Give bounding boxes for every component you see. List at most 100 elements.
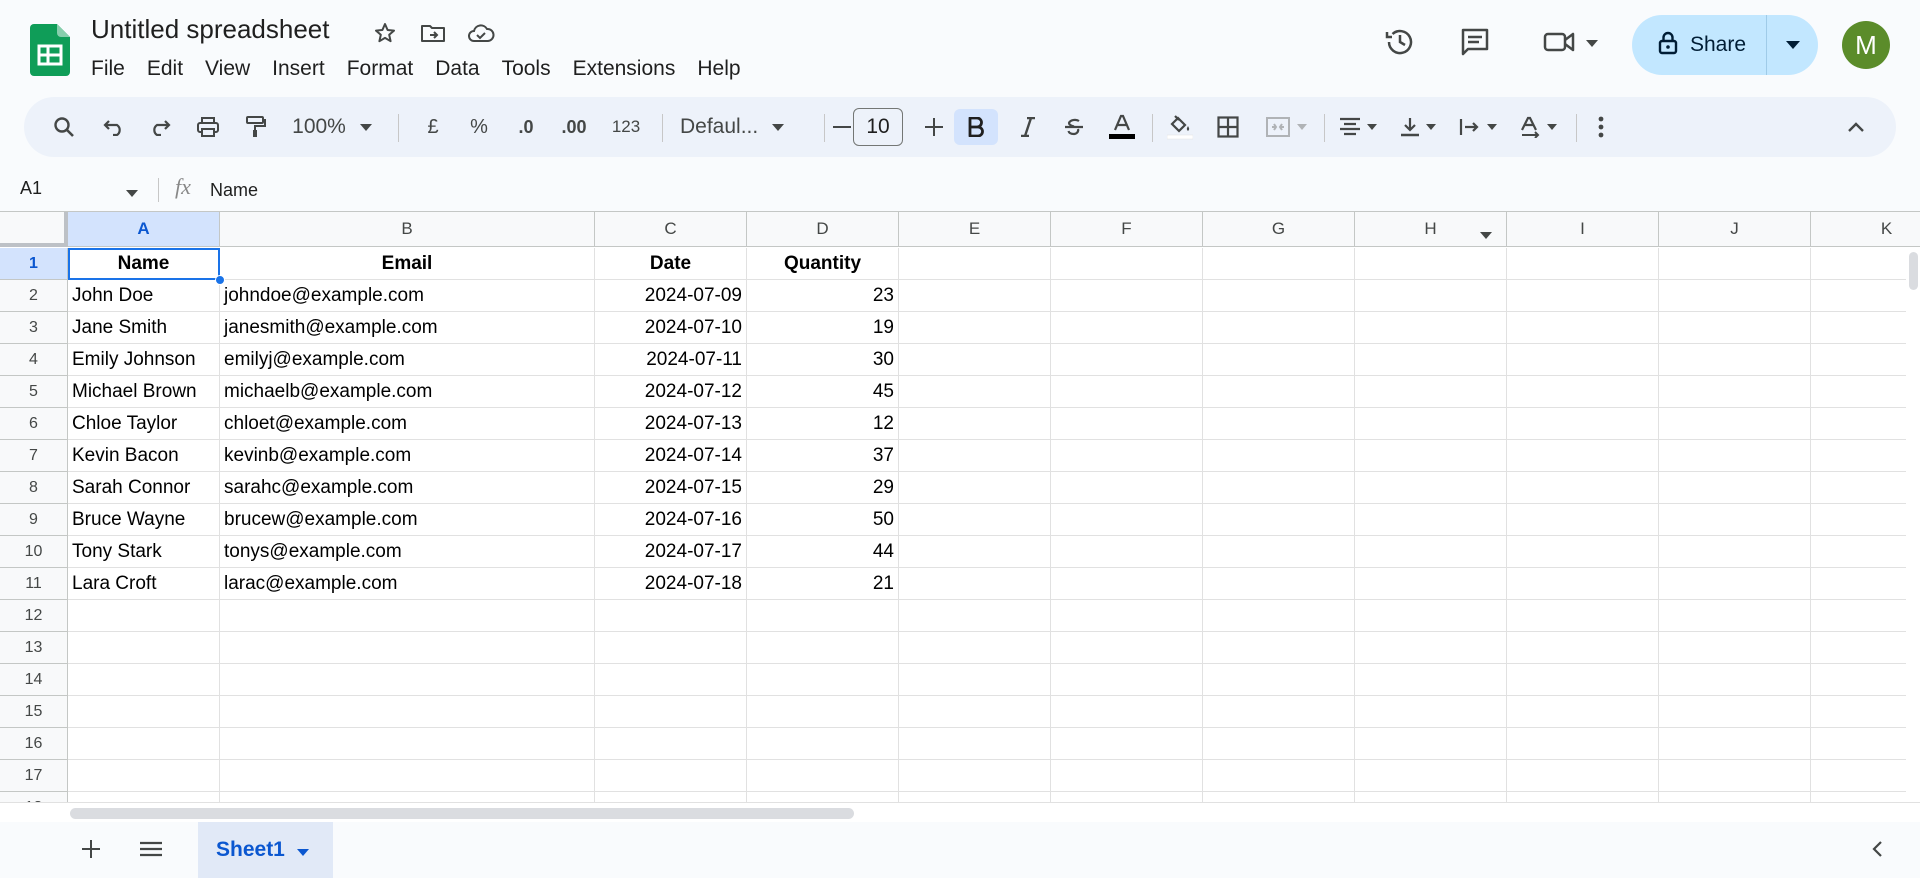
add-sheet-button[interactable] <box>76 836 106 866</box>
empty-cell[interactable] <box>1355 504 1507 536</box>
empty-cell[interactable] <box>747 600 899 632</box>
empty-cell[interactable] <box>1051 728 1203 760</box>
empty-cell[interactable] <box>1659 568 1811 600</box>
empty-cell[interactable] <box>1051 280 1203 312</box>
empty-cell[interactable] <box>1355 280 1507 312</box>
empty-cell[interactable] <box>1811 440 1920 472</box>
empty-cell[interactable] <box>1507 312 1659 344</box>
empty-cell[interactable] <box>1203 376 1355 408</box>
empty-cell[interactable] <box>1355 248 1507 280</box>
row-header-10[interactable]: 10 <box>0 536 68 568</box>
fill-color-button[interactable] <box>1160 109 1200 145</box>
data-cell[interactable]: larac@example.com <box>220 568 595 600</box>
data-cell[interactable]: 2024-07-10 <box>595 312 747 344</box>
empty-cell[interactable] <box>1811 600 1920 632</box>
more-options-button[interactable] <box>1586 109 1616 145</box>
column-header-c[interactable]: C <box>595 212 747 247</box>
formula-input[interactable]: Name <box>210 180 258 201</box>
empty-cell[interactable] <box>1355 696 1507 728</box>
empty-cell[interactable] <box>1203 440 1355 472</box>
empty-cell[interactable] <box>747 632 899 664</box>
decrease-decimal-button[interactable]: .0 <box>508 109 544 145</box>
empty-cell[interactable] <box>1355 312 1507 344</box>
data-cell[interactable]: 19 <box>747 312 899 344</box>
empty-cell[interactable] <box>1051 472 1203 504</box>
empty-cell[interactable] <box>1507 728 1659 760</box>
empty-cell[interactable] <box>68 760 220 792</box>
empty-cell[interactable] <box>1355 728 1507 760</box>
chevron-down-icon[interactable] <box>1480 226 1492 244</box>
strikethrough-button[interactable] <box>1054 109 1094 145</box>
empty-cell[interactable] <box>1051 760 1203 792</box>
column-header-g[interactable]: G <box>1203 212 1355 247</box>
cloud-saved-icon[interactable] <box>466 18 496 48</box>
empty-cell[interactable] <box>1811 632 1920 664</box>
data-cell[interactable]: Jane Smith <box>68 312 220 344</box>
data-cell[interactable]: 30 <box>747 344 899 376</box>
empty-cell[interactable] <box>220 600 595 632</box>
column-header-f[interactable]: F <box>1051 212 1203 247</box>
menu-edit[interactable]: Edit <box>136 54 194 84</box>
data-cell[interactable]: 21 <box>747 568 899 600</box>
text-wrapping-button[interactable] <box>1452 109 1504 145</box>
empty-cell[interactable] <box>899 440 1051 472</box>
empty-cell[interactable] <box>1811 312 1920 344</box>
chevron-down-icon[interactable] <box>126 184 138 202</box>
data-cell[interactable]: 2024-07-14 <box>595 440 747 472</box>
data-cell[interactable]: Kevin Bacon <box>68 440 220 472</box>
row-header-6[interactable]: 6 <box>0 408 68 440</box>
empty-cell[interactable] <box>1659 472 1811 504</box>
font-select[interactable]: Defaul... <box>670 109 810 145</box>
data-cell[interactable]: Chloe Taylor <box>68 408 220 440</box>
empty-cell[interactable] <box>1203 472 1355 504</box>
empty-cell[interactable] <box>1507 760 1659 792</box>
empty-cell[interactable] <box>1811 472 1920 504</box>
empty-cell[interactable] <box>1507 600 1659 632</box>
vertical-scrollbar[interactable] <box>1906 248 1920 803</box>
empty-cell[interactable] <box>595 600 747 632</box>
row-header-17[interactable]: 17 <box>0 760 68 792</box>
data-cell[interactable]: 50 <box>747 504 899 536</box>
data-cell[interactable]: 44 <box>747 536 899 568</box>
empty-cell[interactable] <box>747 760 899 792</box>
empty-cell[interactable] <box>1203 248 1355 280</box>
format-currency-button[interactable]: £ <box>418 109 448 145</box>
empty-cell[interactable] <box>68 728 220 760</box>
row-header-2[interactable]: 2 <box>0 280 68 312</box>
sheet-tab-sheet1[interactable]: Sheet1 <box>198 822 333 878</box>
empty-cell[interactable] <box>1811 504 1920 536</box>
data-cell[interactable]: Sarah Connor <box>68 472 220 504</box>
empty-cell[interactable] <box>1051 568 1203 600</box>
document-title[interactable]: Untitled spreadsheet <box>91 14 329 45</box>
empty-cell[interactable] <box>1507 472 1659 504</box>
name-box[interactable]: A1 <box>20 178 42 199</box>
empty-cell[interactable] <box>899 472 1051 504</box>
row-header-4[interactable]: 4 <box>0 344 68 376</box>
share-button[interactable]: Share <box>1632 15 1767 75</box>
empty-cell[interactable] <box>1355 760 1507 792</box>
empty-cell[interactable] <box>1355 632 1507 664</box>
empty-cell[interactable] <box>1203 344 1355 376</box>
data-cell[interactable]: 2024-07-18 <box>595 568 747 600</box>
empty-cell[interactable] <box>1507 440 1659 472</box>
empty-cell[interactable] <box>1659 344 1811 376</box>
row-header-9[interactable]: 9 <box>0 504 68 536</box>
empty-cell[interactable] <box>1659 312 1811 344</box>
empty-cell[interactable] <box>1051 408 1203 440</box>
empty-cell[interactable] <box>1659 536 1811 568</box>
empty-cell[interactable] <box>1507 344 1659 376</box>
row-header-1[interactable]: 1 <box>0 248 68 280</box>
empty-cell[interactable] <box>899 536 1051 568</box>
header-cell[interactable]: Name <box>68 248 220 280</box>
header-cell[interactable]: Quantity <box>747 248 899 280</box>
empty-cell[interactable] <box>595 632 747 664</box>
empty-cell[interactable] <box>899 664 1051 696</box>
empty-cell[interactable] <box>1355 536 1507 568</box>
empty-cell[interactable] <box>1659 664 1811 696</box>
data-cell[interactable]: Michael Brown <box>68 376 220 408</box>
data-cell[interactable]: michaelb@example.com <box>220 376 595 408</box>
data-cell[interactable]: 2024-07-11 <box>595 344 747 376</box>
empty-cell[interactable] <box>899 408 1051 440</box>
empty-cell[interactable] <box>1811 408 1920 440</box>
data-cell[interactable]: johndoe@example.com <box>220 280 595 312</box>
